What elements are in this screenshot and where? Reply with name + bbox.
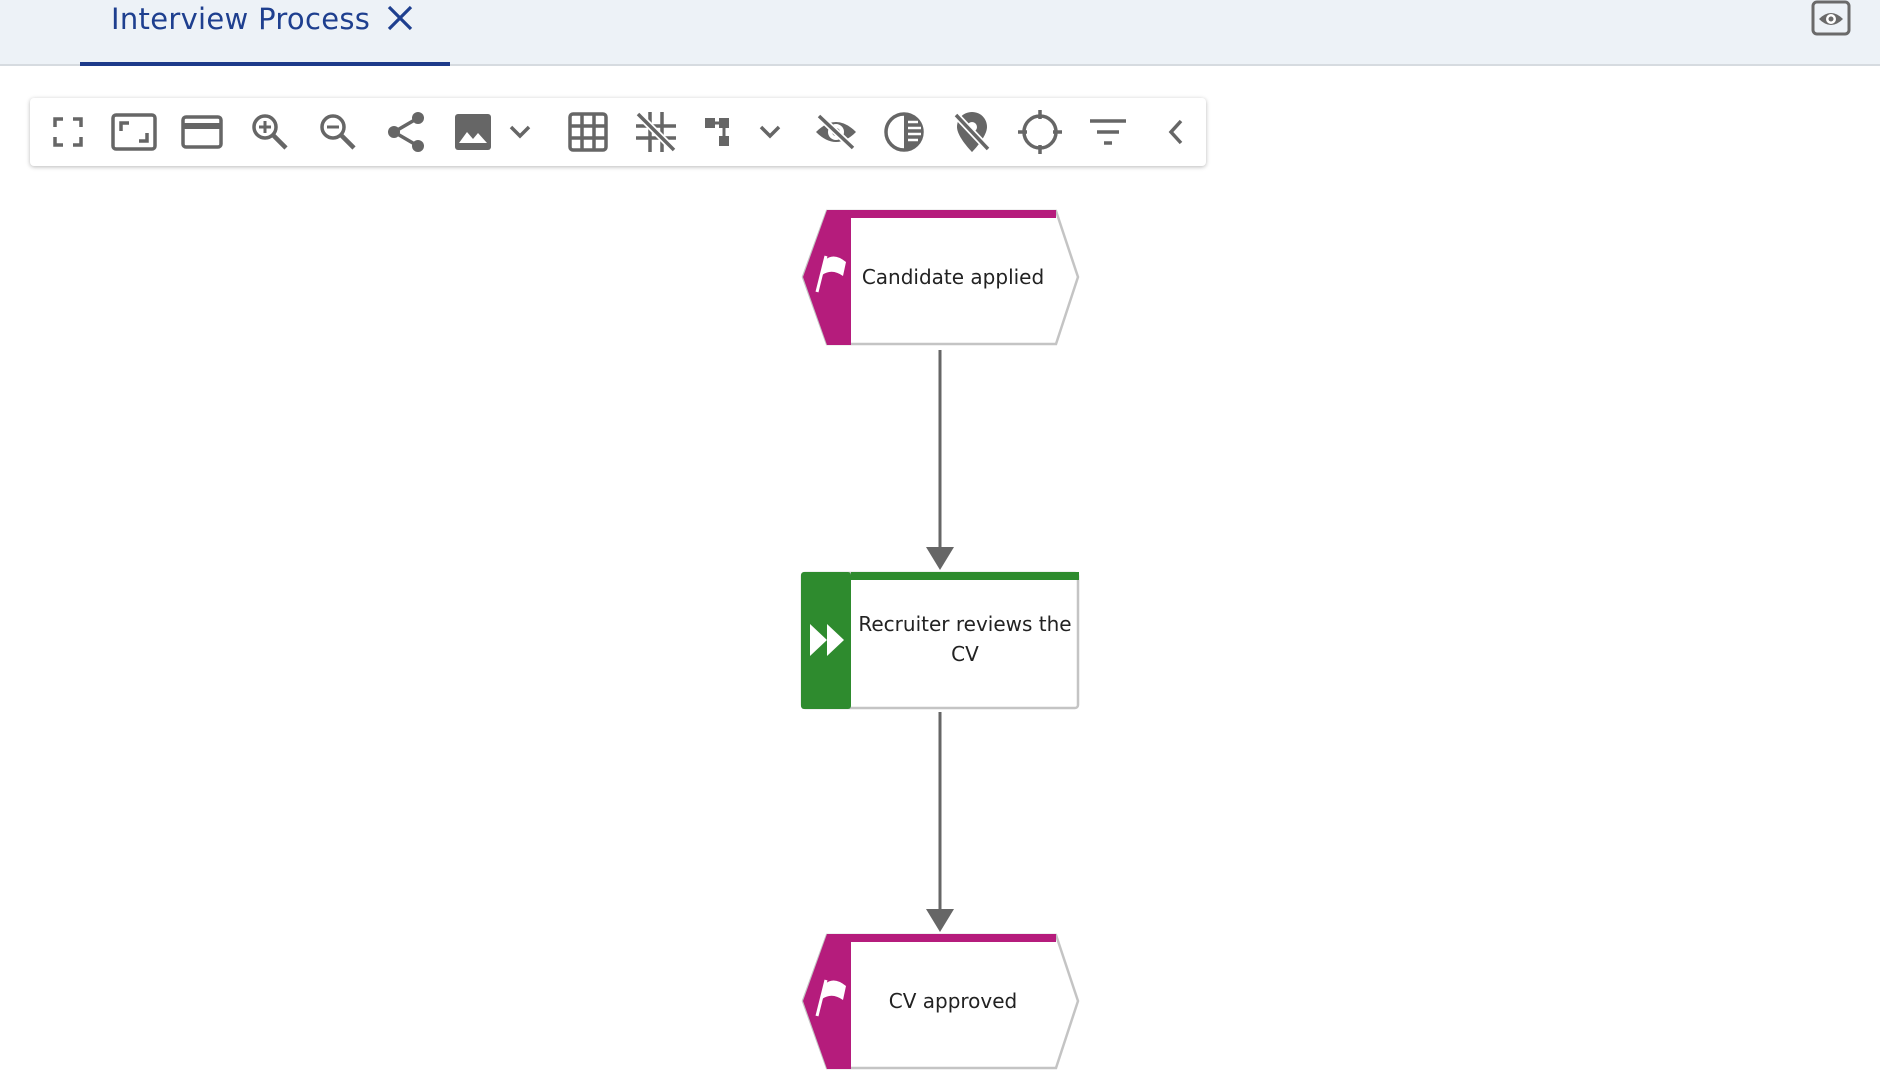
function-label-line: Recruiter reviews the (858, 612, 1072, 636)
tab-interview-process[interactable]: Interview Process (80, 0, 450, 66)
close-icon[interactable] (382, 2, 416, 36)
connector-arrow[interactable] (926, 350, 954, 570)
eye-icon[interactable] (1811, 0, 1851, 38)
tab-bar: Interview Process (0, 0, 1880, 66)
connector-arrow[interactable] (926, 712, 954, 932)
function-label: Recruiter reviews the CV (855, 609, 1075, 669)
tab-title: Interview Process (111, 2, 371, 36)
event-label: CV approved (888, 989, 1018, 1013)
diagram-canvas: Candidate applied Recruiter reviews the … (0, 68, 1880, 1071)
event-label: Candidate applied (861, 265, 1045, 289)
function-label-line: CV (951, 642, 979, 666)
